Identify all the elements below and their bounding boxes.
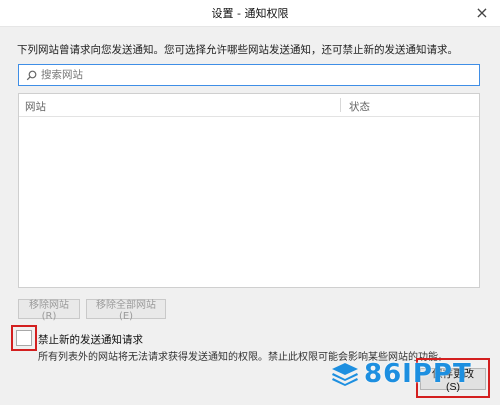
title-bar: 设置 - 通知权限 × [0,0,500,27]
search-box[interactable] [18,64,480,86]
column-divider[interactable] [340,98,341,112]
block-new-requests-label[interactable]: 禁止新的发送通知请求 [38,332,143,347]
table-header: 网站 状态 [19,94,479,117]
remove-all-sites-button[interactable]: 移除全部网站(E) [86,299,166,322]
search-icon [24,68,38,82]
save-highlight-box [416,358,490,398]
column-header-site[interactable]: 网站 [25,99,46,114]
dialog-title: 设置 - 通知权限 [211,7,289,20]
search-input[interactable] [38,69,471,81]
sites-table: 网站 状态 [18,93,480,288]
stack-icon [332,363,358,386]
description-text: 下列网站曾请求向您发送通知。您可选择允许哪些网站发送通知，还可禁止新的发送通知请… [17,44,458,56]
close-button[interactable]: × [472,3,492,23]
checkbox-highlight-box [11,325,37,351]
remove-site-button[interactable]: 移除网站(R) [18,299,80,322]
column-header-status[interactable]: 状态 [349,99,370,114]
table-body [19,117,479,288]
